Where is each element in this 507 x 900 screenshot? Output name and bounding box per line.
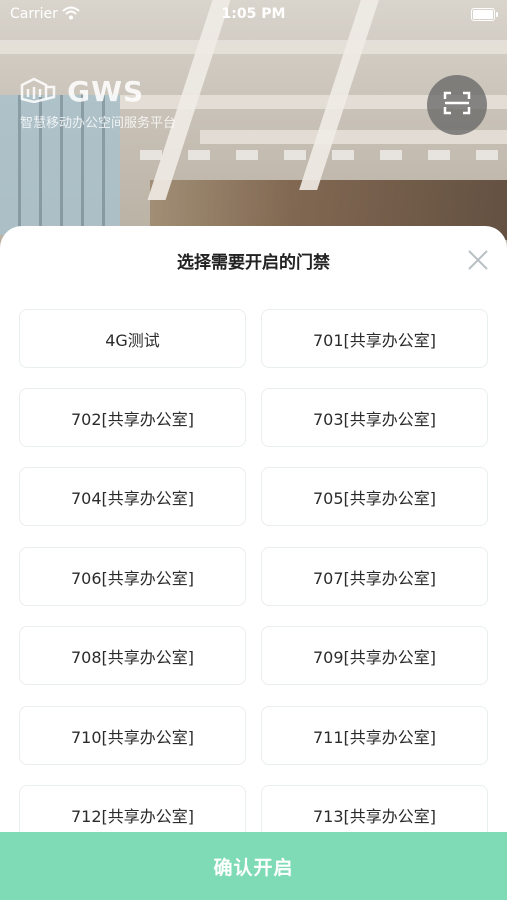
brand-subtitle: 智慧移动办公空间服务平台 <box>20 116 177 131</box>
door-option[interactable]: 707[共享办公室] <box>261 547 488 606</box>
door-option[interactable]: 703[共享办公室] <box>261 388 488 447</box>
door-select-sheet: 选择需要开启的门禁 4G测试 701[共享办公室] 702[共享办公室] 703… <box>0 226 507 900</box>
door-option[interactable]: 705[共享办公室] <box>261 467 488 526</box>
gws-logo-icon <box>20 77 56 107</box>
battery-icon <box>471 8 498 21</box>
scan-icon <box>443 91 471 119</box>
brand-header: GWS 智慧移动办公空间服务平台 <box>20 75 176 131</box>
confirm-open-button[interactable]: 确认开启 <box>0 832 507 900</box>
door-option[interactable]: 4G测试 <box>19 309 246 368</box>
door-option[interactable]: 701[共享办公室] <box>261 309 488 368</box>
status-time: 1:05 PM <box>221 6 286 22</box>
door-option[interactable]: 710[共享办公室] <box>19 706 246 765</box>
door-option[interactable]: 706[共享办公室] <box>19 547 246 606</box>
close-icon <box>464 250 492 278</box>
door-option[interactable]: 708[共享办公室] <box>19 626 246 685</box>
sheet-title: 选择需要开启的门禁 <box>177 253 330 273</box>
close-button[interactable] <box>464 246 492 274</box>
brand-name: GWS <box>67 75 145 108</box>
door-option[interactable]: 702[共享办公室] <box>19 388 246 447</box>
status-bar: Carrier 1:05 PM <box>0 0 507 28</box>
scan-button[interactable] <box>427 75 487 135</box>
door-option[interactable]: 711[共享办公室] <box>261 706 488 765</box>
door-option[interactable]: 709[共享办公室] <box>261 626 488 685</box>
door-option[interactable]: 704[共享办公室] <box>19 467 246 526</box>
